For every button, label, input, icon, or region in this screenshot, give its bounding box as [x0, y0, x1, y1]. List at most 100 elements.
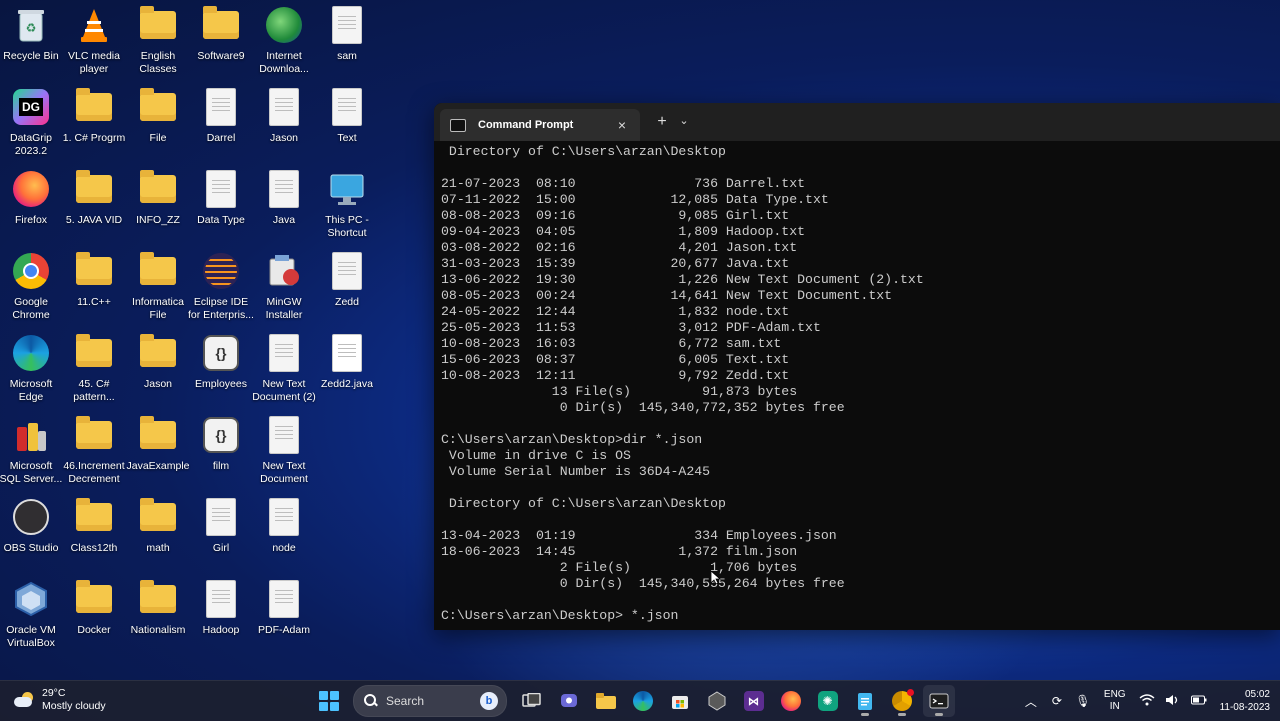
- desktop-icon-firefox[interactable]: Firefox: [0, 166, 64, 227]
- teams-chat-icon: [560, 694, 577, 707]
- chatgpt-button[interactable]: ✺: [812, 685, 844, 717]
- desktop-folder-docker[interactable]: Docker: [61, 576, 127, 637]
- obs-icon: [12, 498, 50, 536]
- battery-icon[interactable]: [1188, 694, 1210, 708]
- desktop-icon-eclipse[interactable]: Eclipse IDE for Enterpris...: [188, 248, 254, 322]
- sync-icon[interactable]: ⟳: [1046, 694, 1068, 708]
- datagrip-icon: DG: [12, 88, 50, 126]
- desktop-icon-internet-download-manager[interactable]: Internet Downloa...: [251, 2, 317, 76]
- unity-button[interactable]: [701, 685, 733, 717]
- language-indicator[interactable]: ENG IN: [1104, 689, 1126, 713]
- desktop-file-hadoop[interactable]: Hadoop: [188, 576, 254, 637]
- sql-server-icon: [12, 416, 50, 454]
- terminal-button[interactable]: [922, 685, 955, 717]
- text-file-icon: [202, 88, 240, 126]
- tab-command-prompt[interactable]: Command Prompt ×: [440, 109, 640, 141]
- terminal-line: 2 File(s) 1,706 bytes: [441, 560, 798, 575]
- windows-logo-icon: [318, 691, 339, 711]
- virtualbox-icon: [12, 580, 50, 618]
- desktop-file-node[interactable]: node: [251, 494, 317, 555]
- desktop-file-employees-json[interactable]: {} Employees: [188, 330, 254, 391]
- firefox-icon: [780, 691, 801, 711]
- desktop-file-pdf-adam[interactable]: PDF-Adam: [251, 576, 317, 637]
- desktop-folder-file[interactable]: File: [125, 84, 191, 145]
- desktop-file-film-json[interactable]: {} film: [188, 412, 254, 473]
- desktop-folder-cpp[interactable]: 11.C++: [61, 248, 127, 309]
- command-prompt-window[interactable]: Command Prompt × + ⌄ Directory of C:\Use…: [434, 103, 1280, 630]
- desktop-icon-edge[interactable]: Microsoft Edge: [0, 330, 64, 404]
- bing-icon: b: [480, 692, 498, 710]
- desktop-icon-recycle-bin[interactable]: ♻ Recycle Bin: [0, 2, 64, 63]
- edge-button[interactable]: [627, 685, 659, 717]
- volume-icon[interactable]: [1162, 694, 1184, 709]
- tab-dropdown-button[interactable]: ⌄: [676, 114, 692, 127]
- desktop-folder-c-sharp-pattern[interactable]: 45. C# pattern...: [61, 330, 127, 404]
- terminal-line: 0 Dir(s) 145,340,772,352 bytes free: [441, 400, 845, 415]
- show-hidden-icons-chevron-icon[interactable]: ︿: [1020, 693, 1042, 710]
- store-button[interactable]: [664, 685, 696, 717]
- vlc-icon: [75, 6, 113, 44]
- desktop-icon-mingw-installer[interactable]: MinGW Installer: [251, 248, 317, 322]
- start-button[interactable]: [313, 685, 345, 717]
- desktop-folder-nationalism[interactable]: Nationalism: [125, 576, 191, 637]
- new-tab-button[interactable]: +: [652, 113, 672, 131]
- firefox-button[interactable]: [775, 685, 807, 717]
- desktop-folder-informatica[interactable]: Informatica File: [125, 248, 191, 322]
- terminal-line: 31-03-2023 15:39 20,677 Java.txt: [441, 256, 790, 271]
- terminal-output[interactable]: Directory of C:\Users\arzan\Desktop 21-07…: [441, 144, 1280, 630]
- taskbar-search[interactable]: Search b: [353, 685, 507, 717]
- terminal-line: 24-05-2022 12:44 1,832 node.txt: [441, 304, 790, 319]
- desktop-folder-java-vid[interactable]: 5. JAVA VID: [61, 166, 127, 227]
- visual-studio-button[interactable]: ⋈: [738, 685, 770, 717]
- folder-icon: [75, 252, 113, 290]
- this-pc-icon: [328, 170, 366, 208]
- desktop-folder-c-sharp-program[interactable]: 1. C# Progrm: [61, 84, 127, 145]
- desktop-file-text[interactable]: Text: [314, 84, 380, 145]
- desktop-file-zedd[interactable]: Zedd: [314, 248, 380, 309]
- teams-chat-button[interactable]: [553, 685, 585, 717]
- desktop-file-new-text-document[interactable]: New Text Document: [251, 412, 317, 486]
- desktop-file-darrel[interactable]: Darrel: [188, 84, 254, 145]
- desktop-folder-math[interactable]: math: [125, 494, 191, 555]
- wifi-icon[interactable]: [1136, 693, 1158, 709]
- microphone-icon[interactable]: 🎙︎: [1072, 694, 1094, 708]
- desktop-file-sam[interactable]: sam: [314, 2, 380, 63]
- chrome-canary-button[interactable]: [886, 685, 918, 717]
- folder-icon: [75, 334, 113, 372]
- close-tab-icon[interactable]: ×: [612, 117, 632, 133]
- desktop-icon-vlc[interactable]: VLC media player: [61, 2, 127, 76]
- clock[interactable]: 05:02 11-08-2023: [1220, 688, 1270, 714]
- desktop-file-zedd2-java[interactable]: Zedd2.java: [314, 330, 380, 391]
- desktop-folder-software9[interactable]: Software9: [188, 2, 254, 63]
- task-view-button[interactable]: [516, 685, 548, 717]
- file-explorer-button[interactable]: [590, 685, 622, 717]
- terminal-line: C:\Users\arzan\Desktop>dir *.json: [441, 432, 703, 447]
- weather-widget[interactable]: 29°C Mostly cloudy: [14, 687, 106, 713]
- desktop-folder-jason[interactable]: Jason: [125, 330, 191, 391]
- desktop-folder-english-classes[interactable]: English Classes: [125, 2, 191, 76]
- desktop-icon-datagrip[interactable]: DG DataGrip 2023.2: [0, 84, 64, 158]
- desktop-icon-obs[interactable]: OBS Studio: [0, 494, 64, 555]
- desktop-folder-class12th[interactable]: Class12th: [61, 494, 127, 555]
- text-file-icon: [265, 88, 303, 126]
- desktop-folder-info-zz[interactable]: INFO_ZZ: [125, 166, 191, 227]
- text-file-icon: [328, 88, 366, 126]
- desktop-file-java[interactable]: Java: [251, 166, 317, 227]
- notepad-button[interactable]: [849, 685, 881, 717]
- internet-download-manager-icon: [265, 6, 303, 44]
- terminal-line: 13-06-2022 19:30 1,226 New Text Document…: [441, 272, 924, 287]
- desktop-icon-chrome[interactable]: Google Chrome: [0, 248, 64, 322]
- desktop-file-new-text-document-2[interactable]: New Text Document (2): [251, 330, 317, 404]
- desktop-folder-increment-decrement[interactable]: 46.Increment Decrement: [61, 412, 127, 486]
- desktop-file-data-type[interactable]: Data Type: [188, 166, 254, 227]
- desktop-icon-virtualbox[interactable]: Oracle VM VirtualBox: [0, 576, 64, 650]
- desktop-file-girl[interactable]: Girl: [188, 494, 254, 555]
- folder-icon: [139, 580, 177, 618]
- desktop-folder-java-example[interactable]: JavaExample: [125, 412, 191, 473]
- desktop-file-jason[interactable]: Jason: [251, 84, 317, 145]
- desktop-icon-sql-server[interactable]: Microsoft SQL Server...: [0, 412, 64, 486]
- clock-date: 11-08-2023: [1219, 702, 1270, 713]
- desktop-icon-this-pc[interactable]: This PC - Shortcut: [314, 166, 380, 240]
- desktop-icons: ♻ Recycle Bin DG DataGrip 2023.2 Firefox…: [0, 0, 420, 680]
